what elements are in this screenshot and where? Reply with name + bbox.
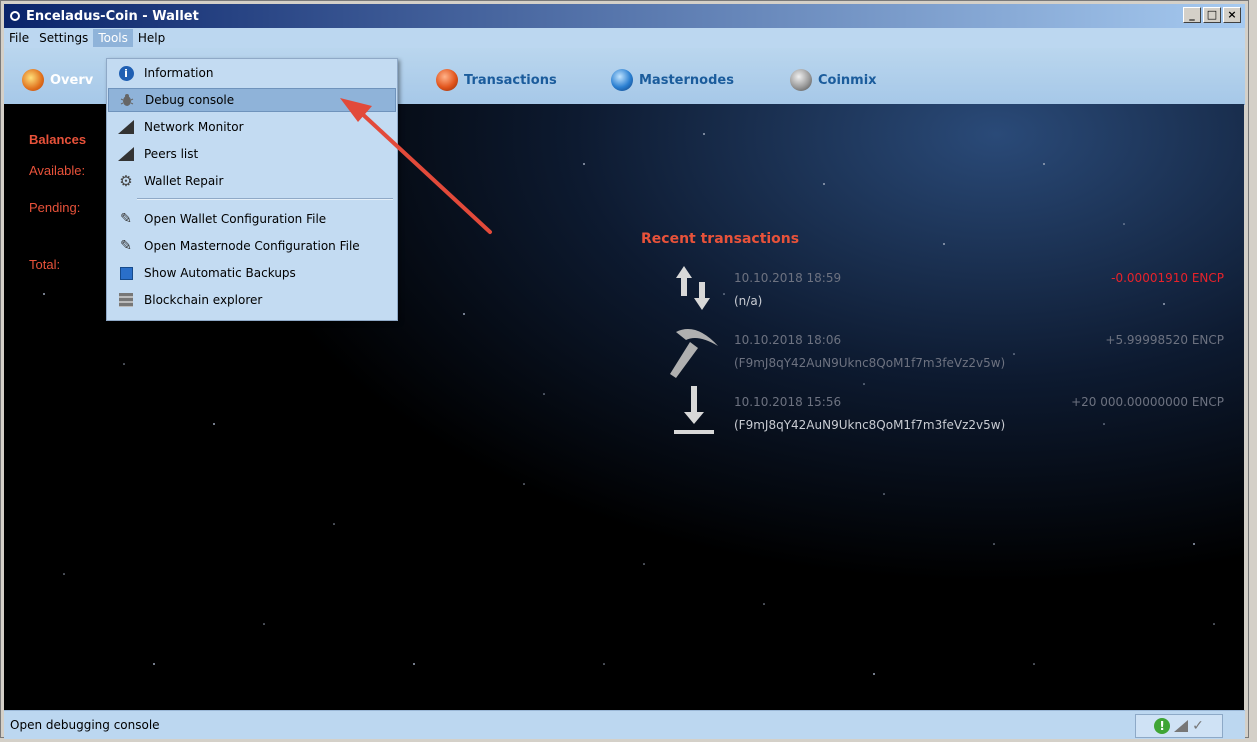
menu-item-label: Information <box>144 66 214 80</box>
floppy-icon <box>118 265 134 281</box>
menu-settings[interactable]: Settings <box>34 29 93 47</box>
menu-item-wallet-repair[interactable]: ⚙ Wallet Repair <box>108 169 396 193</box>
moon-icon <box>790 69 812 91</box>
tx-date: 10.10.2018 18:59 <box>734 271 842 285</box>
tx-amount: +20 000.00000000 ENCP <box>1071 395 1224 409</box>
receive-icon <box>672 386 716 439</box>
close-button[interactable]: × <box>1223 7 1241 23</box>
tx-address: (n/a) <box>734 294 763 308</box>
pickaxe-icon <box>668 324 720 383</box>
menu-item-label: Open Masternode Configuration File <box>144 239 360 253</box>
recent-transactions-title: Recent transactions <box>641 231 800 247</box>
status-bar: Open debugging console ! ✓ <box>4 710 1245 739</box>
menu-item-label: Open Wallet Configuration File <box>144 212 327 226</box>
tools-dropdown-menu: i Information Debug console Network Moni… <box>106 58 398 321</box>
menu-item-peers-list[interactable]: Peers list <box>108 142 396 166</box>
signal-icon[interactable] <box>1174 720 1189 732</box>
app-icon <box>10 11 20 21</box>
title-bar[interactable]: Enceladus-Coin - Wallet _ □ × <box>4 4 1245 28</box>
signal-icon <box>118 146 134 162</box>
balances-heading: Balances <box>29 132 87 147</box>
menu-item-information[interactable]: i Information <box>108 61 396 85</box>
tx-address: (F9mJ8qY42AuN9Uknc8QoM1f7m3feVz2v5w) <box>734 356 1006 370</box>
menu-item-label: Blockchain explorer <box>144 293 263 307</box>
menu-item-open-wallet-config[interactable]: ✎ Open Wallet Configuration File <box>108 207 396 231</box>
menu-item-label: Wallet Repair <box>144 174 224 188</box>
tx-date: 10.10.2018 15:56 <box>734 395 842 409</box>
minimize-button[interactable]: _ <box>1183 7 1201 23</box>
server-icon <box>118 292 134 308</box>
status-message: Open debugging console <box>10 718 160 732</box>
tab-coinmix[interactable]: Coinmix <box>790 69 877 91</box>
window-title: Enceladus-Coin - Wallet <box>26 8 199 24</box>
total-label: Total: <box>29 257 61 272</box>
tx-date: 10.10.2018 18:06 <box>734 333 842 347</box>
gear-icon: ⚙ <box>119 172 133 190</box>
tab-transactions-label: Transactions <box>464 72 557 88</box>
menu-item-network-monitor[interactable]: Network Monitor <box>108 115 396 139</box>
pencil-icon: ✎ <box>120 238 132 254</box>
tab-overview-label: Overv <box>50 72 94 88</box>
menu-item-show-automatic-backups[interactable]: Show Automatic Backups <box>108 261 396 285</box>
tx-amount: +5.99998520 ENCP <box>1105 333 1224 347</box>
planet-icon <box>436 69 458 91</box>
pending-label: Pending: <box>29 200 81 215</box>
warning-icon[interactable]: ! <box>1154 718 1171 734</box>
tab-masternodes[interactable]: Masternodes <box>611 69 734 91</box>
menu-item-label: Debug console <box>145 93 235 107</box>
menu-item-label: Show Automatic Backups <box>144 266 296 280</box>
signal-icon <box>118 119 134 135</box>
coin-icon <box>22 69 44 91</box>
menu-separator <box>137 198 393 200</box>
pencil-icon: ✎ <box>120 211 132 227</box>
tab-masternodes-label: Masternodes <box>639 72 734 88</box>
menu-item-label: Network Monitor <box>144 120 244 134</box>
menu-item-blockchain-explorer[interactable]: Blockchain explorer <box>108 288 396 312</box>
tab-coinmix-label: Coinmix <box>818 72 877 88</box>
tx-amount: -0.00001910 ENCP <box>1111 271 1224 285</box>
checkmark-icon[interactable]: ✓ <box>1192 718 1204 734</box>
transfer-arrows-icon <box>674 264 714 315</box>
menu-help[interactable]: Help <box>133 29 170 47</box>
bug-icon <box>119 92 135 108</box>
menu-item-open-masternode-config[interactable]: ✎ Open Masternode Configuration File <box>108 234 396 258</box>
menu-file[interactable]: File <box>4 29 34 47</box>
maximize-button[interactable]: □ <box>1203 7 1221 23</box>
available-label: Available: <box>29 163 86 178</box>
tab-overview[interactable]: Overv <box>22 69 93 91</box>
tx-address: (F9mJ8qY42AuN9Uknc8QoM1f7m3feVz2v5w) <box>734 418 1006 432</box>
menu-item-label: Peers list <box>144 147 199 161</box>
globe-icon <box>611 69 633 91</box>
menu-tools[interactable]: Tools <box>93 29 133 47</box>
menu-bar: File Settings Tools Help <box>4 28 1245 48</box>
tab-transactions[interactable]: Transactions <box>436 69 557 91</box>
info-icon: i <box>118 65 134 81</box>
status-indicators: ! ✓ <box>1135 714 1223 738</box>
menu-item-debug-console[interactable]: Debug console <box>108 88 396 112</box>
